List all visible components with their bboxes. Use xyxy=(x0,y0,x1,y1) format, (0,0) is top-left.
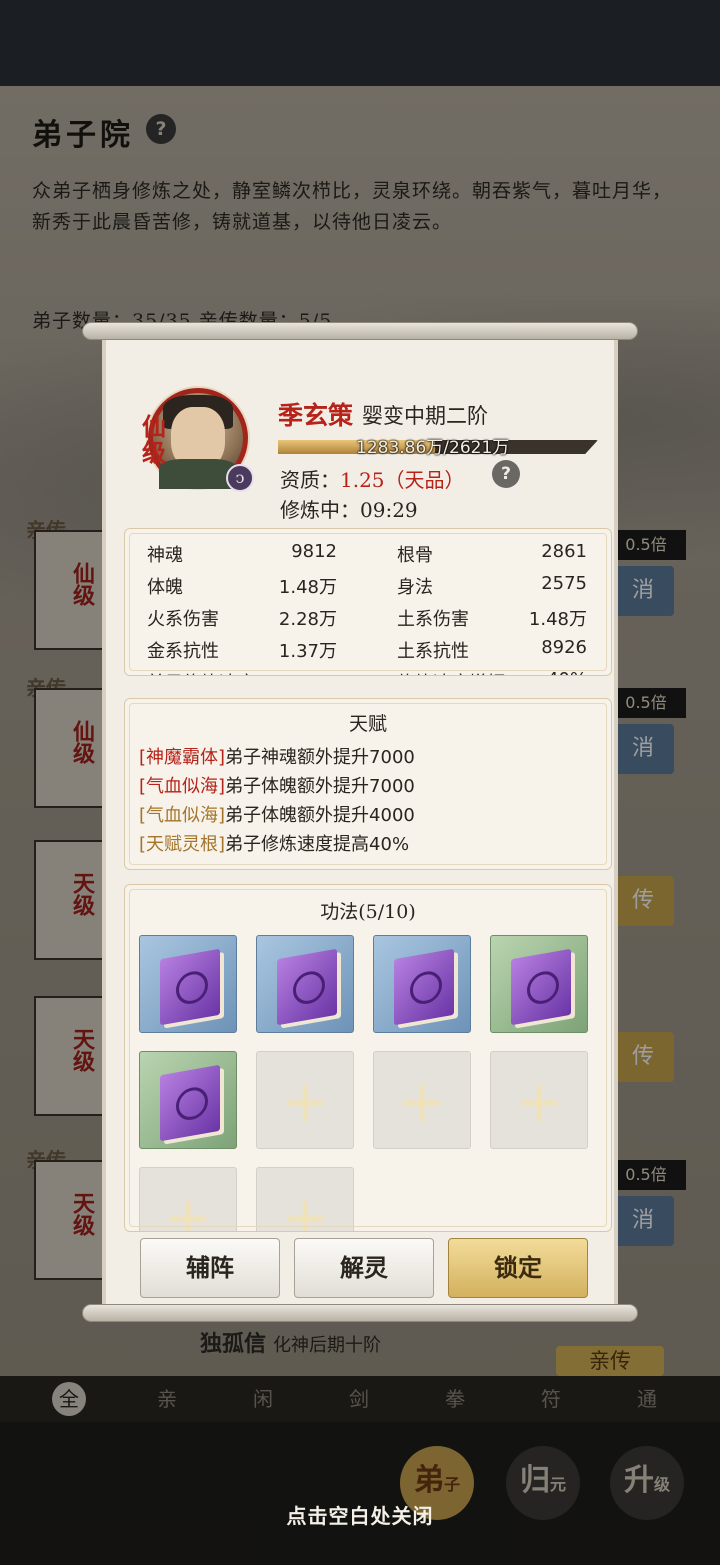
manual-book-icon xyxy=(511,948,571,1026)
attribute-row: 体魄 1.48万 xyxy=(147,573,337,598)
manual-book-icon xyxy=(160,948,220,1026)
empty-skill-slot[interactable]: + xyxy=(256,1167,354,1232)
disciple-realm: 婴变中期二阶 xyxy=(362,404,488,428)
empty-skill-slot[interactable]: + xyxy=(139,1167,237,1232)
talent-item: [气血似海]弟子体魄额外提升7000 xyxy=(139,772,415,798)
attribute-value: 2.28万 xyxy=(278,609,337,630)
attribute-value: 1.48万 xyxy=(278,577,337,598)
attribute-value: 8926 xyxy=(541,637,587,658)
aptitude-help-icon[interactable]: ? xyxy=(492,460,520,488)
add-icon: + xyxy=(514,1067,564,1135)
empty-skill-slot[interactable]: + xyxy=(490,1051,588,1149)
disciple-detail-scroll: 仙级 ↄ 季玄策 婴变中期二阶 1283.86万/2621万 资质：1.25（天… xyxy=(82,322,638,1322)
attribute-row: 土系抗性 8926 xyxy=(397,637,587,662)
attribute-row: 土系伤害 1.48万 xyxy=(397,605,587,630)
skill-manual-slot[interactable] xyxy=(256,935,354,1033)
talent-item: [气血似海]弟子体魄额外提升4000 xyxy=(139,801,415,827)
talent-name: [气血似海] xyxy=(139,776,226,797)
attribute-row: 火系伤害 2.28万 xyxy=(147,605,337,630)
status-time: 09:29 xyxy=(360,498,418,522)
attribute-row: 修炼速度增幅40% xyxy=(397,669,587,675)
attribute-row: 身法 2575 xyxy=(397,573,587,598)
attribute-value: 40% xyxy=(487,669,587,675)
aptitude-label: 资质： xyxy=(280,468,340,492)
scroll-rod-bottom xyxy=(82,1304,638,1322)
close-hint: 点击空白处关闭 xyxy=(286,1504,434,1528)
spirit-icon: ↄ xyxy=(226,464,254,492)
skill-manual-slot[interactable] xyxy=(139,1051,237,1149)
attribute-row: 根骨 2861 xyxy=(397,541,587,566)
attribute-row: 金系抗性 1.37万 xyxy=(147,637,337,662)
attribute-row: 神魂 9812 xyxy=(147,541,337,566)
add-icon: + xyxy=(397,1067,447,1135)
manual-book-icon xyxy=(394,948,454,1026)
rank-seal: 仙级 xyxy=(142,412,166,467)
cultivation-progress-text: 1283.86万/2621万 xyxy=(356,438,510,458)
aptitude-line: 资质：1.25（天品） xyxy=(280,464,465,493)
talent-desc: 弟子修炼速度提高40% xyxy=(225,834,410,855)
status-line: 修炼中：09:29 xyxy=(280,494,418,523)
talent-item: [神魔霸体]弟子神魂额外提升7000 xyxy=(139,743,415,769)
skill-manual-slot[interactable] xyxy=(139,935,237,1033)
avatar-robe xyxy=(159,459,237,489)
attributes-panel[interactable]: 神魂 9812 根骨 2861 体魄 1.48万 身法 2575 火系伤害 2.28万 土系伤害 1.… xyxy=(124,528,612,676)
empty-skill-slot[interactable]: + xyxy=(373,1051,471,1149)
skill-manual-slot[interactable] xyxy=(373,935,471,1033)
attribute-value: 2861 xyxy=(541,541,587,562)
talent-name: [气血似海] xyxy=(139,805,226,826)
lock-button[interactable]: 锁定 xyxy=(448,1238,588,1298)
attribute-value: 2575 xyxy=(541,573,587,594)
add-icon: + xyxy=(280,1067,330,1135)
manual-book-icon xyxy=(277,948,337,1026)
formation-button[interactable]: 辅阵 xyxy=(140,1238,280,1298)
add-icon: + xyxy=(163,1183,213,1232)
scroll-paper: 仙级 ↄ 季玄策 婴变中期二阶 1283.86万/2621万 资质：1.25（天… xyxy=(102,336,618,1306)
attribute-value: 1.48万 xyxy=(528,609,587,630)
talent-item: [天赋灵根]弟子修炼速度提高40% xyxy=(139,830,409,856)
disciple-name: 季玄策 xyxy=(278,401,354,430)
talent-name: [天赋灵根] xyxy=(139,834,226,855)
talent-desc: 弟子神魂额外提升7000 xyxy=(225,747,415,768)
talent-desc: 弟子体魄额外提升7000 xyxy=(225,776,415,797)
status-label: 修炼中： xyxy=(280,498,360,522)
add-icon: + xyxy=(280,1183,330,1232)
attribute-value: 1.37万 xyxy=(278,641,337,662)
aptitude-value: 1.25（天品） xyxy=(340,468,465,492)
release-spirit-button[interactable]: 解灵 xyxy=(294,1238,434,1298)
attribute-row: 弟子修炼速度27.81万 xyxy=(147,669,337,675)
talents-panel: 天赋 [神魔霸体]弟子神魂额外提升7000 [气血似海]弟子体魄额外提升7000… xyxy=(124,698,612,870)
skills-title: 功法(5/10) xyxy=(320,901,416,923)
skill-manual-slot[interactable] xyxy=(490,935,588,1033)
attribute-value: 27.81万 xyxy=(237,669,337,675)
talent-desc: 弟子体魄额外提升4000 xyxy=(225,805,415,826)
attribute-value: 9812 xyxy=(291,541,337,562)
empty-skill-slot[interactable]: + xyxy=(256,1051,354,1149)
scroll-rod-top xyxy=(82,322,638,340)
talents-title: 天赋 xyxy=(348,713,387,735)
skills-panel[interactable]: 功法(5/10) + + + + + xyxy=(124,884,612,1232)
manual-book-icon xyxy=(160,1064,220,1142)
talent-name: [神魔霸体] xyxy=(139,747,226,768)
